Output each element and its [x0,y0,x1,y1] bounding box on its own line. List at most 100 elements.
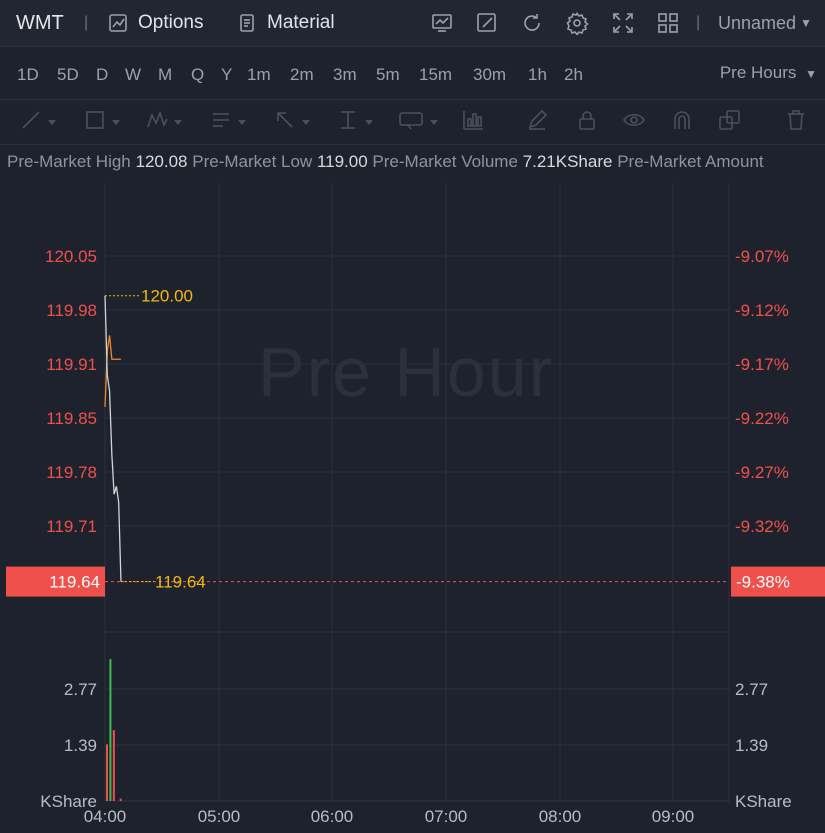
label-tool[interactable] [398,110,438,134]
document-icon [235,11,259,35]
chevron-down-icon: ▼ [800,16,812,30]
session-watermark: Pre Hour [258,333,555,411]
premarket-amount-label: Pre-Market Amount [617,152,764,171]
timeframe-2m[interactable]: 2m [290,65,314,85]
right-percent-tick: -9.17% [735,355,789,374]
time-axis-tick: 07:00 [425,807,468,826]
premarket-high-label: Pre-Market High [7,152,131,171]
label-tool-icon [398,109,424,136]
timeframe-m[interactable]: M [158,65,172,85]
lock-tool[interactable] [576,110,598,134]
session-label: Pre Hours [719,63,797,82]
left-price-tick: 120.05 [45,247,97,266]
refresh-icon [520,11,544,35]
timeframe-1m[interactable]: 1m [247,65,271,85]
right-volume-unit: KShare [735,792,792,811]
left-price-tick: 119.98 [46,301,97,320]
fullscreen-button[interactable] [611,0,635,46]
text-tool[interactable] [210,110,246,134]
chevron-down-icon [112,119,120,125]
magnet-tool[interactable] [671,110,693,134]
right-volume-tick: 2.77 [735,680,768,699]
right-volume-tick: 1.39 [735,736,768,755]
eye-icon [622,109,646,136]
session-dropdown[interactable]: Pre Hours ▼ [720,63,817,83]
copy-icon [718,109,742,136]
current-percent-badge: -9.38% [736,573,790,592]
copy-tool[interactable] [718,109,742,136]
pattern-tool[interactable] [146,110,182,134]
trash-icon [785,109,807,136]
indicator-icon [430,11,454,35]
volume-bar [119,798,122,801]
timeframe-30m[interactable]: 30m [473,65,506,85]
material-label: Material [267,12,335,33]
measure-tool-icon [337,109,359,136]
time-axis-tick: 09:00 [652,807,695,826]
settings-icon [565,11,589,35]
chevron-down-icon [365,119,373,125]
timeframe-d[interactable]: D [96,65,108,85]
right-percent-tick: -9.12% [735,301,789,320]
timeframe-1h[interactable]: 1h [528,65,547,85]
right-percent-tick: -9.32% [735,517,789,536]
left-price-tick: 119.85 [46,409,97,428]
pattern-tool-icon [146,109,168,136]
left-volume-tick: 1.39 [64,736,97,755]
timeframe-3m[interactable]: 3m [333,65,357,85]
right-percent-tick: -9.27% [735,463,789,482]
indicator-button[interactable] [430,0,454,46]
chevron-down-icon [430,119,438,125]
layout-name-dropdown[interactable]: Unnamed ▼ [718,0,812,46]
indicator-tool[interactable] [461,110,485,134]
refresh-button[interactable] [520,0,544,46]
timeframe-w[interactable]: W [125,65,141,85]
time-axis-tick: 08:00 [539,807,582,826]
arrow-tool[interactable] [274,110,310,134]
lock-icon [576,109,598,136]
timeframe-y[interactable]: Y [221,65,232,85]
visibility-tool[interactable] [622,110,646,134]
measure-tool[interactable] [337,110,373,134]
ticker-symbol[interactable]: WMT [16,0,64,46]
chevron-down-icon [238,119,246,125]
price-series [104,295,122,582]
layout-grid-button[interactable] [656,0,680,46]
fullscreen-icon [611,11,635,35]
options-label: Options [138,12,204,33]
current-price-badge: 119.64 [49,573,100,592]
delete-tool[interactable] [785,109,807,136]
pencil-tool[interactable] [526,109,548,136]
premarket-low-label: Pre-Market Low [192,152,313,171]
magnet-icon [671,109,693,136]
time-axis-tick: 06:00 [311,807,354,826]
time-axis-tick: 05:00 [198,807,241,826]
chevron-down-icon [48,119,56,125]
premarket-volume-label: Pre-Market Volume [372,152,518,171]
options-chart-icon [106,11,130,35]
line-tool[interactable] [20,110,56,134]
chevron-down-icon: ▼ [805,67,817,81]
left-price-tick: 119.91 [46,355,97,374]
line-tool-icon [20,109,42,136]
timeframe-5d[interactable]: 5D [57,65,79,85]
rectangle-tool[interactable] [84,110,120,134]
left-price-tick: 119.78 [46,463,97,482]
chevron-down-icon [302,119,310,125]
price-chart[interactable]: 120.05 119.98 119.91 119.85 119.78 119.71 -9.0… [0,180,825,833]
draw-button[interactable] [475,0,499,46]
timeframe-15m[interactable]: 15m [419,65,452,85]
timeframe-q[interactable]: Q [191,65,204,85]
layout-grid-icon [656,11,680,35]
timeframe-2h[interactable]: 2h [564,65,583,85]
timeframe-1d[interactable]: 1D [17,65,39,85]
low-marker-label: 119.64 [155,573,206,592]
settings-button[interactable] [565,0,589,46]
timeframe-5m[interactable]: 5m [376,65,400,85]
right-percent-tick: -9.07% [735,247,789,266]
pencil-icon [526,109,548,136]
draw-icon [475,11,499,35]
indicator-tool-icon [461,109,485,136]
material-button[interactable]: Material [235,0,335,46]
options-button[interactable]: Options [106,0,203,46]
